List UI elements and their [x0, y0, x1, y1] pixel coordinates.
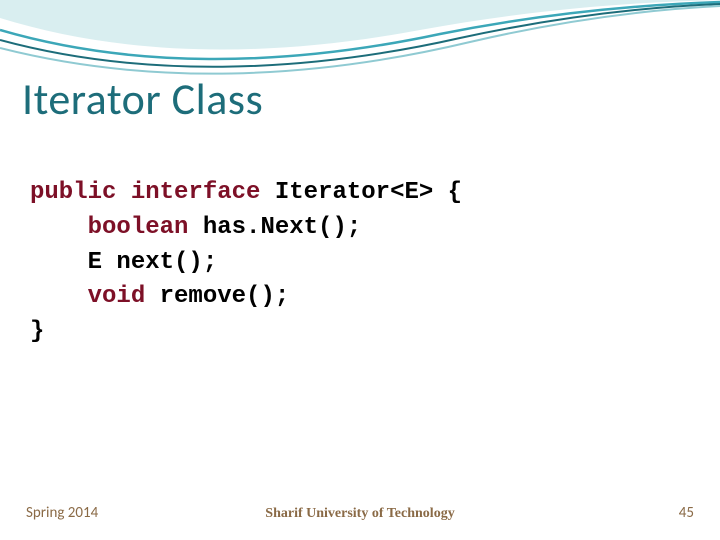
- footer-date: Spring 2014: [26, 504, 98, 522]
- next-line: E next();: [88, 249, 218, 276]
- indent: [30, 249, 88, 276]
- footer-page-number: 45: [679, 504, 694, 522]
- keyword-boolean: boolean: [88, 214, 189, 241]
- keyword-interface: interface: [131, 179, 261, 206]
- keyword-void: void: [88, 283, 146, 310]
- footer-institution: Sharif University of Technology: [265, 506, 454, 522]
- close-brace: }: [30, 318, 44, 345]
- code-block: public interface Iterator<E> { boolean h…: [30, 176, 462, 350]
- decl-tail: Iterator<E> {: [260, 179, 462, 206]
- keyword-public: public: [30, 179, 116, 206]
- indent: [30, 214, 88, 241]
- page-title: Iterator Class: [22, 72, 263, 126]
- remove-tail: remove();: [145, 283, 289, 310]
- hasnext-tail: has.Next();: [188, 214, 361, 241]
- indent: [30, 283, 88, 310]
